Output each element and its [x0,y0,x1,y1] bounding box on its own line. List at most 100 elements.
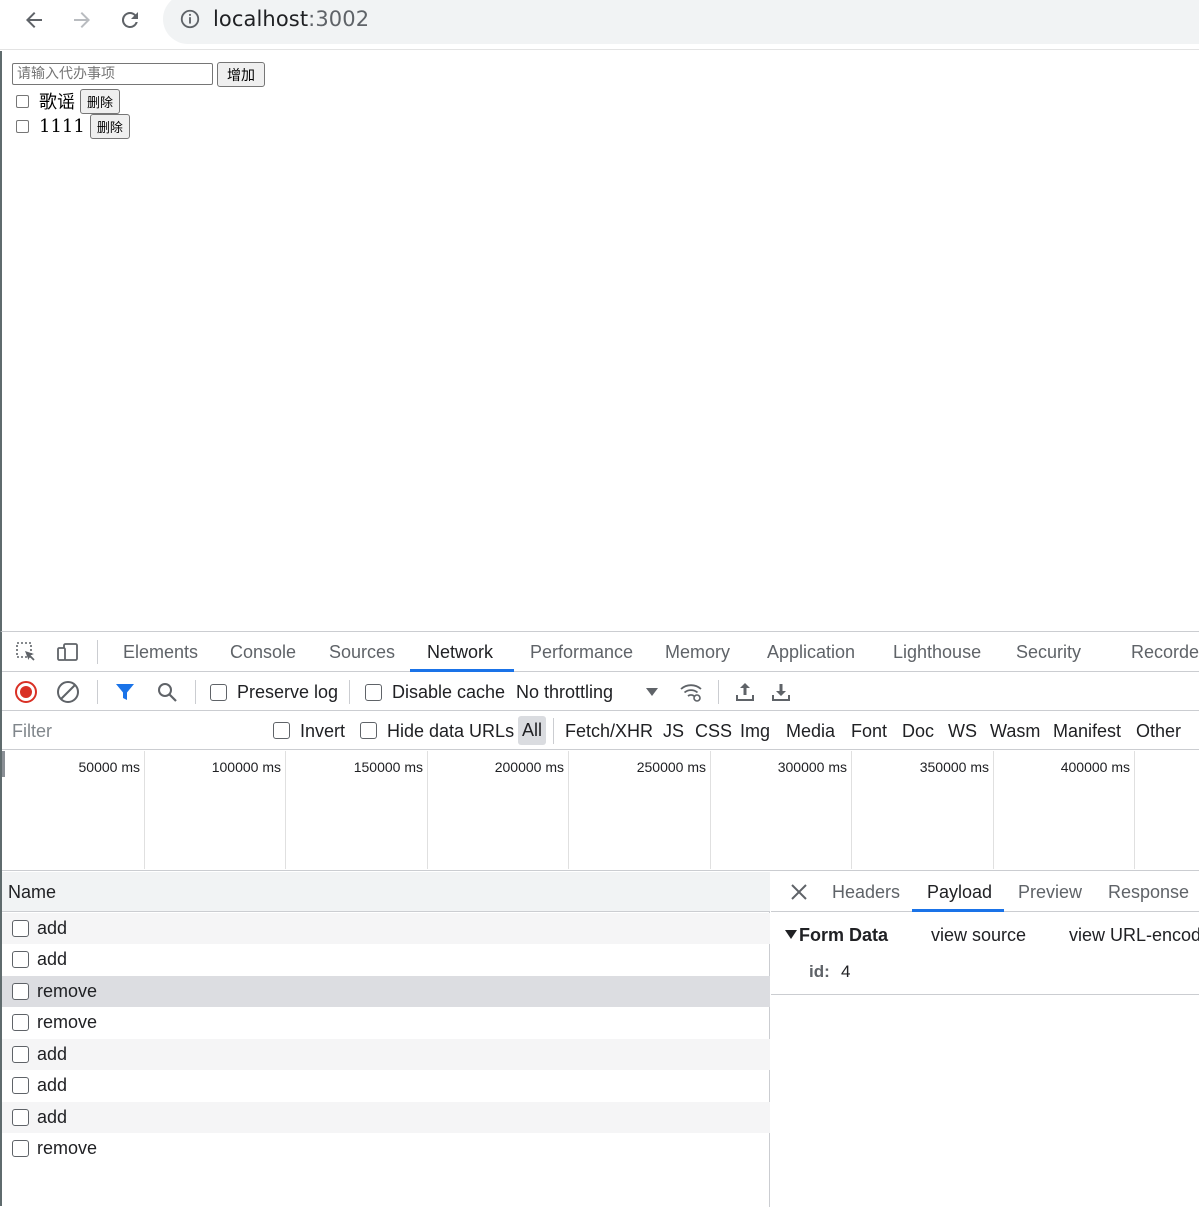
back-button[interactable] [19,5,49,35]
close-icon[interactable] [789,882,809,902]
divider [97,680,98,704]
triangle-down-icon [785,930,797,939]
tab-lighthouse[interactable]: Lighthouse [893,642,981,663]
todo-item: 歌谣 删除 [16,88,121,114]
detail-tabbar: Headers Payload Preview Response [771,872,1199,912]
row-checkbox[interactable] [12,1140,29,1157]
request-name: remove [37,1138,98,1158]
request-row[interactable]: add [2,1102,770,1133]
reload-button[interactable] [115,5,145,35]
network-toolbar: Preserve log Disable cache No throttling [2,673,1199,711]
tab-console[interactable]: Console [230,642,296,663]
tab-elements[interactable]: Elements [123,642,198,663]
divider [97,640,98,664]
filter-bar: Invert Hide data URLs All Fetch/XHR JS C… [2,712,1199,750]
type-filter-other[interactable]: Other [1136,721,1181,742]
search-icon[interactable] [155,680,179,704]
inspect-element-icon[interactable] [14,640,38,664]
throttling-select[interactable]: No throttling [516,682,613,703]
timeline-label: 250000 ms [636,759,706,775]
type-filter-img[interactable]: Img [740,721,770,742]
upload-icon[interactable] [733,680,757,704]
timeline-gridline [285,751,286,869]
tab-preview[interactable]: Preview [1018,882,1082,903]
row-checkbox[interactable] [12,920,29,937]
type-filter-fetch-xhr[interactable]: Fetch/XHR [565,721,653,742]
row-checkbox[interactable] [12,983,29,1000]
type-filter-ws[interactable]: WS [948,721,977,742]
tab-response[interactable]: Response [1108,882,1189,903]
forward-button[interactable] [67,5,97,35]
request-row[interactable]: remove [2,1133,770,1164]
chevron-down-icon[interactable] [640,680,664,704]
request-name: add [37,918,68,938]
todo-checkbox[interactable] [16,94,29,108]
row-checkbox[interactable] [12,951,29,968]
network-conditions-icon[interactable] [679,680,703,704]
type-filter-doc[interactable]: Doc [902,721,934,742]
tab-network[interactable]: Network [427,642,493,663]
request-row[interactable]: add [2,913,770,944]
delete-button[interactable]: 删除 [89,114,130,139]
type-filter-manifest[interactable]: Manifest [1053,721,1121,742]
request-row-selected[interactable]: remove [2,976,770,1007]
filter-input[interactable] [8,717,254,745]
type-filter-all[interactable]: All [518,716,547,745]
todo-input[interactable] [12,63,213,85]
invert-checkbox[interactable] [273,722,290,739]
devtools-panel: Elements Console Sources Network Perform… [0,631,1199,1207]
record-stop-icon[interactable] [14,680,38,704]
device-toolbar-icon[interactable] [56,640,80,664]
timeline-gridline [427,751,428,869]
row-checkbox[interactable] [12,1077,29,1094]
devtools-tabbar: Elements Console Sources Network Perform… [2,632,1199,672]
tab-sources[interactable]: Sources [329,642,395,663]
timeline-label: 200000 ms [494,759,564,775]
timeline-cursor [2,751,5,777]
divider [195,680,196,704]
request-row[interactable]: remove [2,1007,770,1038]
add-button[interactable]: 增加 [217,62,265,87]
todo-text: 歌谣 [39,92,75,113]
type-filter-wasm[interactable]: Wasm [990,721,1040,742]
hide-data-urls-checkbox[interactable] [360,722,377,739]
request-row[interactable]: add [2,1070,770,1101]
tab-headers[interactable]: Headers [832,882,900,903]
divider [349,680,350,704]
preserve-log-checkbox[interactable] [210,684,227,701]
tab-security[interactable]: Security [1016,642,1081,663]
delete-button[interactable]: 删除 [80,88,121,114]
view-url-encoded-link[interactable]: view URL-encoded [1069,925,1199,946]
active-tab-indicator [912,909,1004,912]
type-filter-css[interactable]: CSS [695,721,732,742]
column-header-name[interactable]: Name [2,872,770,912]
type-filter-font[interactable]: Font [851,721,887,742]
view-source-link[interactable]: view source [931,925,1026,946]
filter-icon[interactable] [113,680,137,704]
network-overview-timeline[interactable]: 50000 ms 100000 ms 150000 ms 200000 ms 2… [2,751,1199,871]
tab-recorder[interactable]: Recorder [1131,642,1199,663]
tab-application[interactable]: Application [767,642,855,663]
row-checkbox[interactable] [12,1109,29,1126]
tab-performance[interactable]: Performance [530,642,633,663]
todo-checkbox[interactable] [16,120,29,133]
clear-icon[interactable] [56,680,80,704]
disable-cache-checkbox[interactable] [365,684,382,701]
tab-payload[interactable]: Payload [927,882,992,903]
type-filter-js[interactable]: JS [663,721,684,742]
row-checkbox[interactable] [12,1014,29,1031]
download-icon[interactable] [769,680,793,704]
request-name: add [37,1044,68,1064]
info-icon[interactable] [179,8,201,30]
timeline-label: 350000 ms [919,759,989,775]
timeline-label: 50000 ms [78,759,140,775]
type-filter-media[interactable]: Media [786,721,835,742]
tab-memory[interactable]: Memory [665,642,730,663]
form-data-toggle[interactable]: Form Data [785,925,888,946]
hide-data-urls-label: Hide data URLs [387,721,515,741]
request-name: add [37,1107,68,1127]
request-row[interactable]: add [2,1039,770,1070]
row-checkbox[interactable] [12,1046,29,1063]
request-row[interactable]: add [2,944,770,975]
address-bar[interactable]: localhost:3002 [163,0,1199,44]
